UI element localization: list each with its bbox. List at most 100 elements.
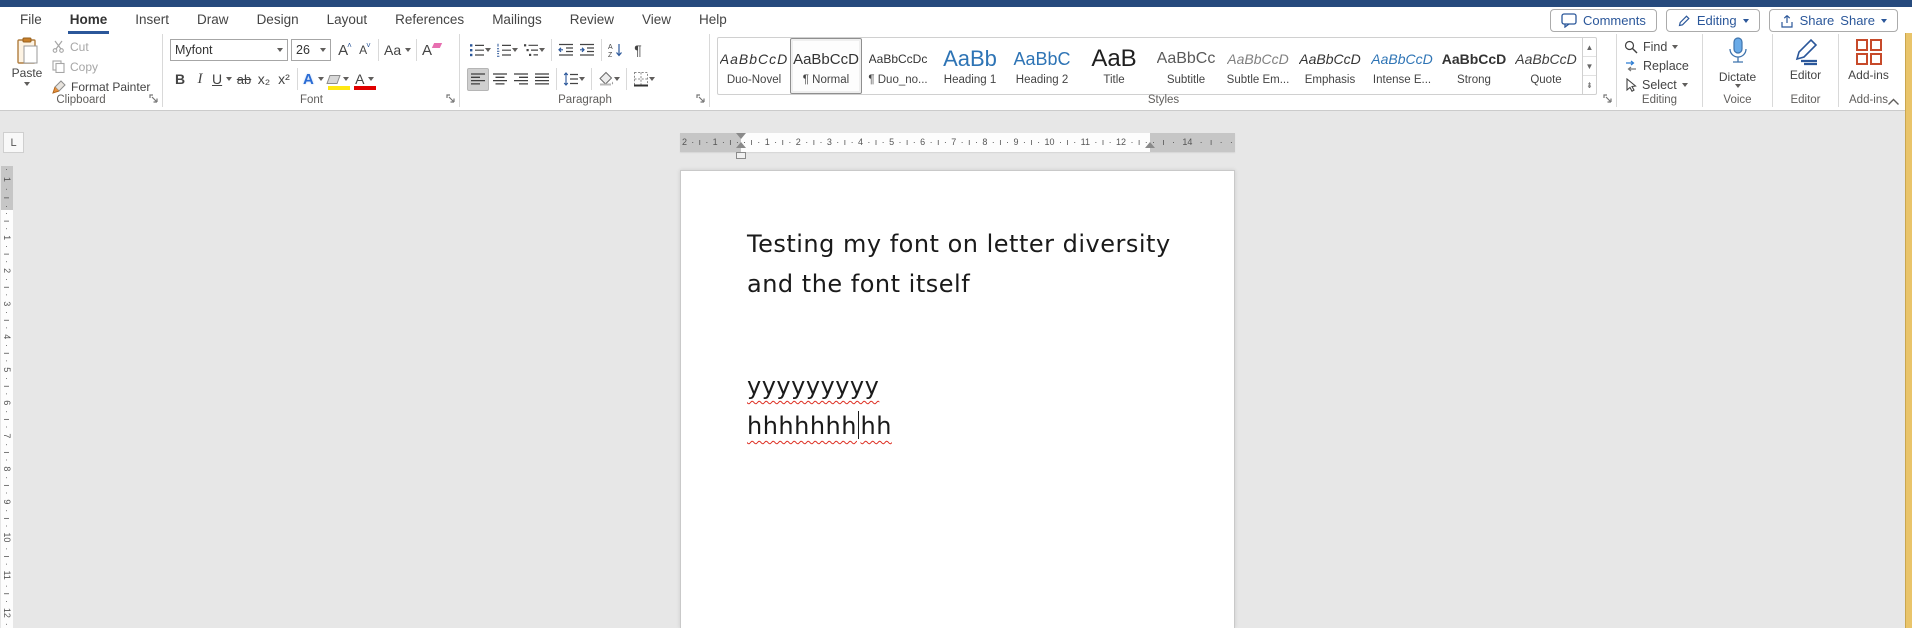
comments-label: Comments: [1582, 13, 1646, 28]
text-effects-button[interactable]: A: [301, 68, 326, 91]
voice-group-label: Voice: [1723, 94, 1752, 106]
align-center-button[interactable]: [490, 68, 510, 91]
paint-bucket-icon: [599, 71, 614, 86]
clipboard-paste-icon: [15, 37, 39, 65]
editing-mode-button[interactable]: Editing: [1665, 9, 1760, 32]
style-heading-2[interactable]: AaBbC Heading 2: [1006, 38, 1078, 94]
titlebar: [0, 0, 1912, 7]
change-case-button[interactable]: Aa: [382, 39, 413, 62]
style-subtle-emphasis[interactable]: AaBbCcD Subtle Em...: [1222, 38, 1294, 94]
borders-button[interactable]: [631, 68, 657, 91]
style-duo-no[interactable]: AaBbCcDc ¶ Duo_no...: [862, 38, 934, 94]
bold-button[interactable]: B: [170, 68, 190, 91]
decrease-indent-button[interactable]: [556, 39, 576, 62]
style-subtitle[interactable]: AaBbCc Subtitle: [1150, 38, 1222, 94]
font-size-select[interactable]: 26: [291, 39, 331, 61]
italic-button[interactable]: I: [190, 68, 210, 91]
replace-button[interactable]: Replace: [1617, 57, 1689, 75]
underline-button[interactable]: U: [210, 68, 234, 91]
editor-button[interactable]: Editor: [1773, 37, 1838, 82]
copy-label: Copy: [70, 59, 99, 74]
hanging-indent-marker[interactable]: [736, 142, 746, 148]
collapse-ribbon-button[interactable]: [1887, 98, 1900, 106]
font-name-select[interactable]: Myfont: [170, 39, 288, 61]
superscript-button[interactable]: x²: [274, 68, 294, 91]
tab-file[interactable]: File: [6, 7, 56, 34]
dictate-button[interactable]: Dictate: [1703, 37, 1772, 88]
clear-formatting-button[interactable]: A: [420, 39, 443, 62]
font-color-button[interactable]: A: [352, 68, 378, 91]
copy-button[interactable]: Copy: [52, 58, 150, 75]
line-spacing-button[interactable]: [561, 68, 587, 91]
right-indent-marker[interactable]: [1145, 142, 1155, 148]
styles-scroll-up-button[interactable]: ▲: [1583, 38, 1596, 57]
style-strong[interactable]: AaBbCcD Strong: [1438, 38, 1510, 94]
tab-mailings[interactable]: Mailings: [478, 7, 556, 34]
tab-design[interactable]: Design: [243, 7, 313, 34]
show-formatting-marks-button[interactable]: ¶: [628, 39, 648, 62]
strikethrough-button[interactable]: ab: [234, 68, 254, 91]
addins-grid-icon: [1855, 39, 1882, 65]
styles-dialog-launcher[interactable]: [1603, 94, 1613, 104]
tab-draw[interactable]: Draw: [183, 7, 243, 34]
tab-home[interactable]: Home: [56, 7, 122, 34]
ruler-text-area: · ı · 1 · ı · 2 · ı · 3 · ı · 4 · ı · 5 · ı · 6 · ı · 7 · ı · 8 · ı · 9 · ı · 1…: [741, 133, 1150, 152]
align-right-button[interactable]: [511, 68, 531, 91]
style-normal[interactable]: AaBbCcD ¶ Normal: [790, 38, 862, 94]
sort-button[interactable]: AZ: [606, 39, 627, 62]
word-window: File Home Insert Draw Design Layout Refe…: [0, 0, 1912, 628]
tab-references[interactable]: References: [381, 7, 478, 34]
editing-group-label: Editing: [1641, 94, 1678, 106]
editor-pencil-icon: [1795, 38, 1817, 66]
document-page[interactable]: Testing my font on letter diversity and …: [680, 170, 1235, 628]
justify-icon: [535, 73, 549, 85]
grow-font-button[interactable]: A ˄: [335, 39, 355, 62]
bullet-list-button[interactable]: [467, 39, 493, 62]
align-left-button[interactable]: [467, 67, 489, 91]
style-quote[interactable]: AaBbCcD Quote: [1510, 38, 1582, 94]
paragraph-dialog-launcher[interactable]: [696, 94, 706, 104]
styles-group: AaBbCcD Duo-Novel AaBbCcD ¶ Normal AaBbCcD…: [711, 34, 1617, 107]
styles-more-button[interactable]: ⇟: [1583, 76, 1596, 94]
tab-view[interactable]: View: [628, 7, 685, 34]
select-button[interactable]: Select: [1617, 76, 1689, 94]
increase-indent-button[interactable]: [577, 39, 597, 62]
misspelled-word: yyyyyyyyy: [747, 372, 880, 400]
highlight-color-button[interactable]: [326, 68, 352, 91]
tab-insert[interactable]: Insert: [121, 7, 183, 34]
tab-stop-selector[interactable]: L: [3, 132, 24, 153]
multilevel-list-button[interactable]: [521, 39, 547, 62]
styles-scroll-down-button[interactable]: ▼: [1583, 57, 1596, 76]
clipboard-dialog-launcher[interactable]: [149, 94, 159, 104]
first-line-indent-marker[interactable]: [736, 133, 746, 139]
font-group: Myfont 26 A ˄ A ˅ Aa A B I U ab x₂ x² A …: [164, 34, 460, 107]
editor-group: Editor Editor: [1773, 34, 1839, 107]
cut-button[interactable]: Cut: [52, 38, 150, 55]
shading-button[interactable]: [596, 68, 622, 91]
shrink-font-button[interactable]: A ˅: [355, 39, 375, 62]
style-title[interactable]: AaB Title: [1078, 38, 1150, 94]
highlighter-icon: [326, 74, 341, 84]
tab-review[interactable]: Review: [556, 7, 628, 34]
subscript-button[interactable]: x₂: [254, 68, 274, 91]
tab-layout[interactable]: Layout: [313, 7, 382, 34]
style-emphasis[interactable]: AaBbCcD Emphasis: [1294, 38, 1366, 94]
document-line: and the font itself: [747, 270, 971, 298]
find-button[interactable]: Find: [1617, 38, 1689, 56]
format-painter-button[interactable]: Format Painter: [52, 78, 150, 95]
numbered-list-button[interactable]: [494, 39, 520, 62]
paragraph-group: AZ ¶ Paragraph: [461, 34, 710, 107]
share-button[interactable]: Share Share: [1768, 9, 1898, 32]
left-indent-marker[interactable]: [736, 152, 746, 159]
chevron-down-icon: [1881, 18, 1887, 23]
tab-help[interactable]: Help: [685, 7, 741, 34]
addins-button[interactable]: Add-ins: [1839, 37, 1898, 82]
pencil-icon: [1677, 14, 1691, 28]
justify-button[interactable]: [532, 68, 552, 91]
style-intense-emphasis[interactable]: AaBbCcD Intense E...: [1366, 38, 1438, 94]
style-duo-novel[interactable]: AaBbCcD Duo-Novel: [718, 38, 790, 94]
font-dialog-launcher[interactable]: [446, 94, 456, 104]
style-heading-1[interactable]: AaBb Heading 1: [934, 38, 1006, 94]
comments-button[interactable]: Comments: [1549, 9, 1657, 32]
vertical-ruler[interactable]: · 1 · ı · · ı · 1 · ı · 2 · ı · 3 · ı · 4 · ı · 5 · ı · 6 · ı · 7 · ı · 8 · ı…: [1, 166, 13, 628]
